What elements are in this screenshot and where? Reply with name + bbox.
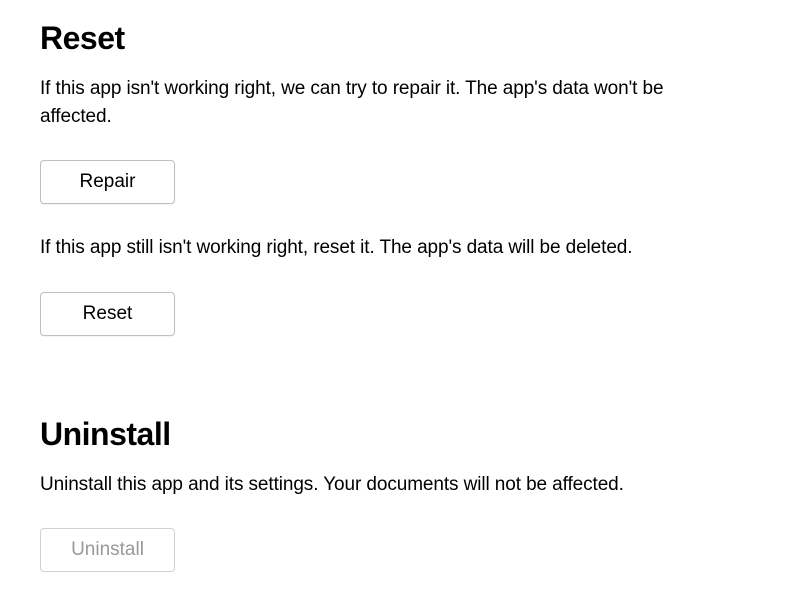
reset-section: Reset If this app isn't working right, w… xyxy=(40,20,750,366)
repair-description: If this app isn't working right, we can … xyxy=(40,75,720,130)
repair-button[interactable]: Repair xyxy=(40,160,175,204)
uninstall-description: Uninstall this app and its settings. You… xyxy=(40,471,720,499)
uninstall-heading: Uninstall xyxy=(40,416,750,453)
uninstall-button: Uninstall xyxy=(40,528,175,572)
uninstall-section: Uninstall Uninstall this app and its set… xyxy=(40,416,750,602)
reset-description: If this app still isn't working right, r… xyxy=(40,234,720,262)
reset-button[interactable]: Reset xyxy=(40,292,175,336)
reset-heading: Reset xyxy=(40,20,750,57)
